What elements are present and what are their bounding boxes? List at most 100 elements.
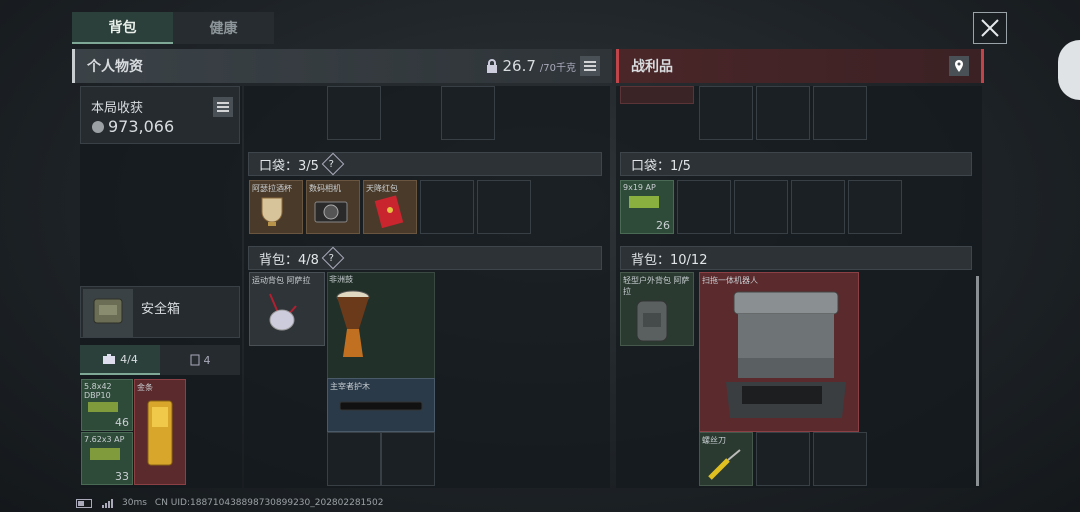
safe-item-name: 7.62x3 AP bbox=[84, 435, 125, 444]
tab-health[interactable]: 健康 bbox=[173, 12, 274, 44]
wine-cup-icon bbox=[261, 197, 283, 226]
item-name: 9x19 AP bbox=[623, 183, 656, 192]
loot-pocket-ammo[interactable]: 9x19 AP 26 bbox=[620, 180, 674, 234]
backpack-item-sport-bag[interactable]: 运动背包 阿萨拉 bbox=[249, 272, 325, 346]
battery-icon bbox=[76, 498, 92, 508]
pocket-section-right: 口袋：1/5 bbox=[620, 152, 972, 176]
pocket-item-red-envelope[interactable]: 天降红包 bbox=[363, 180, 417, 234]
pocket-label: 口袋：3/5 bbox=[259, 158, 319, 174]
camera-icon bbox=[314, 201, 348, 223]
slot[interactable] bbox=[756, 86, 810, 140]
safe-item-gold-bar[interactable]: 金条 bbox=[134, 379, 186, 485]
handguard-icon bbox=[339, 401, 423, 411]
slot[interactable] bbox=[734, 180, 788, 234]
earnings-detail-button[interactable] bbox=[213, 97, 233, 117]
uid-text: CN UID:1887104388987308992​30_2028022815… bbox=[154, 498, 384, 508]
safe-item-count: 33 bbox=[115, 470, 129, 483]
slot[interactable] bbox=[756, 432, 810, 486]
backpack-icon bbox=[636, 300, 668, 342]
personal-items-header: 个人物资 26.7 /70千克 bbox=[72, 49, 612, 83]
safe-item-name: 金条 bbox=[137, 383, 153, 392]
backpack-item-handguard[interactable]: 主宰者护木 bbox=[327, 378, 435, 432]
slot[interactable] bbox=[677, 180, 731, 234]
loot-item-screwdriver[interactable]: 螺丝刀 bbox=[699, 432, 753, 486]
item-name: 主宰者护木 bbox=[330, 382, 370, 391]
safebox-card[interactable]: 安全箱 bbox=[80, 286, 240, 338]
safe-item-ammo-2[interactable]: 7.62x3 AP 33 bbox=[81, 432, 133, 485]
item-name: 天降红包 bbox=[366, 184, 398, 193]
weight-capacity: /70千克 bbox=[539, 62, 576, 74]
ping-text: 30ms bbox=[122, 498, 147, 508]
slot[interactable] bbox=[327, 432, 381, 486]
safe-item-ammo-1[interactable]: 5.8x42 DBP10 46 bbox=[81, 379, 133, 431]
pocket-label: 口袋：1/5 bbox=[631, 158, 691, 174]
gold-bar-icon bbox=[147, 400, 173, 466]
item-name: 数码相机 bbox=[309, 184, 341, 193]
slot[interactable] bbox=[813, 86, 867, 140]
slot[interactable] bbox=[420, 180, 474, 234]
red-envelope-icon bbox=[374, 195, 404, 229]
help-icon[interactable]: ? bbox=[321, 246, 345, 270]
safebox-image bbox=[83, 289, 133, 337]
earnings-card: 本局收获 973,066 bbox=[80, 86, 240, 144]
help-icon[interactable]: ? bbox=[321, 152, 345, 176]
loot-item-robot-vacuum[interactable]: 扫拖一体机器人 bbox=[699, 272, 859, 432]
earnings-amount: 973,066 bbox=[108, 117, 175, 136]
loot-item-outdoor-backpack[interactable]: 轻型户外背包 阿萨拉 bbox=[620, 272, 694, 346]
tab-backpack[interactable]: 背包 bbox=[72, 12, 173, 44]
weight-value: 26.7 bbox=[502, 57, 536, 75]
item-name: 阿瑟拉酒杯 bbox=[252, 184, 292, 193]
safebox-label: 安全箱 bbox=[141, 302, 181, 317]
item-count: 26 bbox=[656, 219, 670, 232]
pocket-item-wine-cup[interactable]: 阿瑟拉酒杯 bbox=[249, 180, 303, 234]
pocket-section-left: 口袋：3/5 ? bbox=[248, 152, 602, 176]
safe-item-name: 5.8x42 DBP10 bbox=[84, 382, 112, 400]
safebox-tab-card[interactable]: 4 bbox=[160, 345, 240, 375]
signal-icon bbox=[102, 498, 113, 508]
loot-scrollbar[interactable] bbox=[976, 276, 979, 486]
ammo-box-icon bbox=[90, 448, 120, 460]
avatar[interactable] bbox=[1058, 40, 1080, 100]
item-name: 螺丝刀 bbox=[702, 436, 726, 445]
slot[interactable] bbox=[791, 180, 845, 234]
slot[interactable] bbox=[699, 86, 753, 140]
pocket-item-camera[interactable]: 数码相机 bbox=[306, 180, 360, 234]
slot[interactable] bbox=[441, 86, 495, 140]
earnings-label: 本局收获 bbox=[91, 101, 144, 116]
loot-title: 战利品 bbox=[631, 59, 673, 75]
screwdriver-icon bbox=[708, 449, 741, 480]
safebox-tab-case[interactable]: 4/4 bbox=[80, 345, 160, 375]
item-name: 扫拖一体机器人 bbox=[702, 276, 758, 285]
robot-vacuum-icon bbox=[726, 291, 846, 418]
drum-icon bbox=[336, 290, 370, 357]
top-tabs: 背包 健康 bbox=[72, 12, 274, 44]
ammo-box-icon bbox=[88, 402, 118, 412]
location-pin-icon bbox=[955, 60, 963, 72]
backpack-label: 背包：4/8 bbox=[259, 252, 319, 268]
slot[interactable] bbox=[327, 86, 381, 140]
drawstring-bag-icon bbox=[269, 293, 297, 331]
backpack-label: 背包：10/12 bbox=[631, 252, 708, 268]
personal-items-title: 个人物资 bbox=[87, 59, 143, 75]
backpack-section-left: 背包：4/8 ? bbox=[248, 246, 602, 270]
lock-icon bbox=[486, 59, 497, 73]
item-name: 轻型户外背包 阿萨拉 bbox=[623, 276, 690, 296]
loot-header: 战利品 bbox=[616, 49, 984, 83]
backpack-section-right: 背包：10/12 bbox=[620, 246, 972, 270]
safe-item-count: 46 bbox=[115, 416, 129, 429]
sort-button[interactable] bbox=[580, 56, 600, 76]
list-icon bbox=[584, 61, 596, 71]
safebox-icon bbox=[93, 298, 123, 324]
loot-item-partial[interactable] bbox=[620, 86, 694, 104]
safebox-tab1-label: 4/4 bbox=[120, 352, 138, 366]
safebox-tab2-label: 4 bbox=[203, 353, 211, 367]
slot[interactable] bbox=[813, 432, 867, 486]
location-button[interactable] bbox=[949, 56, 969, 76]
close-button[interactable] bbox=[973, 12, 1007, 44]
slot[interactable] bbox=[381, 432, 435, 486]
status-bar: 30ms CN UID:1887104388987308992​30_20280… bbox=[76, 498, 383, 508]
slot[interactable] bbox=[477, 180, 531, 234]
item-name: 运动背包 阿萨拉 bbox=[252, 276, 311, 285]
backpack-item-djembe[interactable]: 非洲鼓 bbox=[327, 272, 381, 378]
slot[interactable] bbox=[848, 180, 902, 234]
